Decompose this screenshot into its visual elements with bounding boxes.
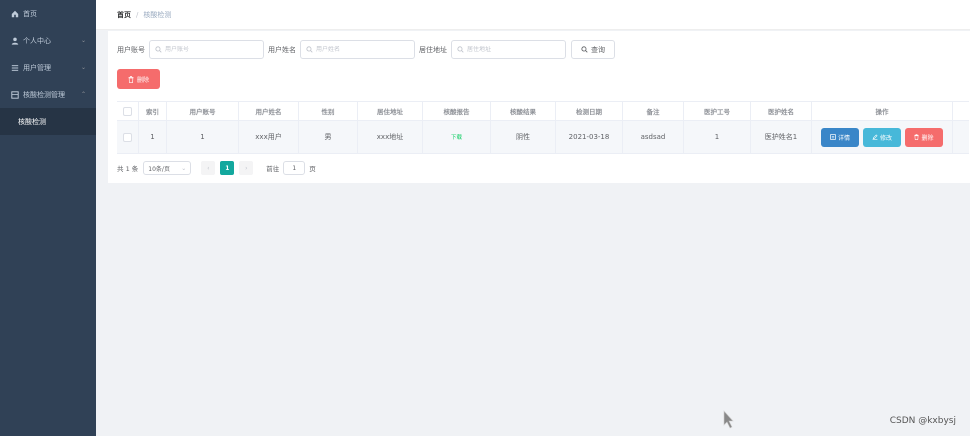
sidebar-item-nucleic-management[interactable]: 核酸检测管理 ⌃ — [0, 81, 96, 108]
sidebar-item-home[interactable]: 首页 — [0, 0, 96, 27]
detail-button[interactable]: 详情 — [821, 127, 859, 147]
row-select[interactable] — [117, 121, 139, 153]
sidebar: 首页 个人中心 ⌄ 用户管理 ⌄ 核酸检测管理 ⌃ 核酸检测 — [0, 0, 96, 436]
chevron-up-icon: ⌃ — [80, 91, 86, 98]
column-header: 用户姓名 — [239, 102, 299, 120]
sidebar-item-label: 个人中心 — [23, 36, 51, 45]
search-icon — [457, 46, 464, 53]
cell-account: 1 — [167, 121, 239, 153]
breadcrumb: 首页 / 核酸检测 — [96, 0, 970, 30]
search-icon — [155, 46, 162, 53]
batch-delete-button[interactable]: 删除 — [117, 69, 160, 89]
search-icon — [306, 46, 313, 53]
page-size-value: 10条/页 — [148, 165, 170, 173]
home-icon — [10, 9, 19, 18]
breadcrumb-home[interactable]: 首页 — [117, 10, 131, 20]
cell-staff-name: 医护姓名1 — [751, 121, 812, 153]
sidebar-subitem-nucleic-test[interactable]: 核酸检测 — [0, 108, 96, 135]
prev-page-button[interactable]: ‹ — [201, 161, 216, 175]
edit-icon — [872, 134, 878, 140]
sidebar-item-label: 核酸检测管理 — [23, 90, 65, 99]
chevron-left-icon: ‹ — [207, 164, 210, 172]
search-icon — [581, 46, 588, 53]
page-size-select[interactable]: 10条/页 ⌄ — [143, 161, 192, 175]
column-header: 操作 — [812, 102, 953, 120]
chevron-down-icon: ⌄ — [80, 37, 86, 44]
page-number[interactable]: 1 — [220, 161, 235, 175]
name-input[interactable] — [316, 46, 411, 53]
cell-remark: asdsad — [623, 121, 684, 153]
cell-actions: 详情 修改 删除 — [812, 121, 953, 153]
content-card: 用户账号 用户姓名 居住地址 — [108, 31, 970, 183]
chevron-down-icon: ⌄ — [80, 64, 86, 71]
trash-icon — [128, 75, 134, 83]
delete-button-label: 删除 — [921, 134, 934, 142]
query-button-label: 查询 — [591, 45, 605, 54]
chevron-right-icon: › — [245, 164, 248, 172]
next-page-button[interactable]: › — [239, 161, 254, 175]
edit-button-label: 修改 — [879, 134, 892, 142]
column-header: 检测日期 — [556, 102, 623, 120]
document-icon — [830, 134, 836, 140]
address-input[interactable] — [467, 46, 562, 53]
cell-date: 2021-03-18 — [556, 121, 623, 153]
batch-delete-label: 删除 — [136, 76, 149, 84]
column-header: 医护工号 — [684, 102, 751, 120]
goto-page-input[interactable]: 1 — [283, 161, 306, 175]
sidebar-item-label: 首页 — [23, 9, 37, 18]
sidebar-item-profile[interactable]: 个人中心 ⌄ — [0, 27, 96, 54]
checkbox[interactable] — [123, 106, 132, 116]
column-header: 核酸报告 — [423, 102, 491, 120]
name-search-field[interactable] — [300, 40, 415, 59]
table-header: 索引 用户账号 用户姓名 性别 居住地址 核酸报告 核酸结果 检测日期 备注 医… — [117, 101, 969, 121]
user-icon — [10, 36, 19, 45]
cell-gender: 男 — [299, 121, 358, 153]
cell-index: 1 — [139, 121, 167, 153]
list-icon — [10, 63, 19, 72]
column-header: 核酸结果 — [491, 102, 556, 120]
total-count: 共 1 条 — [117, 165, 139, 173]
query-button[interactable]: 查询 — [571, 40, 615, 59]
name-label: 用户姓名 — [268, 45, 296, 54]
cell-address: xxx地址 — [358, 121, 423, 153]
checkbox[interactable] — [123, 132, 132, 142]
trash-icon — [914, 134, 920, 140]
table-row: 1 1 xxx用户 男 xxx地址 下载 阴性 2021-03-18 asdsa… — [117, 121, 969, 154]
watermark: CSDN @kxbysj — [889, 416, 956, 426]
search-form: 用户账号 用户姓名 居住地址 — [117, 40, 615, 59]
download-report-link[interactable]: 下载 — [451, 133, 462, 141]
address-label: 居住地址 — [419, 45, 447, 54]
goto-suffix: 页 — [309, 165, 316, 173]
column-header: 用户账号 — [167, 102, 239, 120]
sidebar-item-users[interactable]: 用户管理 ⌄ — [0, 54, 96, 81]
breadcrumb-current: 核酸检测 — [143, 10, 172, 19]
account-input[interactable] — [165, 46, 260, 53]
goto-prefix: 前往 — [266, 165, 280, 173]
cursor-icon — [723, 410, 734, 429]
cell-result: 阴性 — [491, 121, 556, 153]
data-table: 索引 用户账号 用户姓名 性别 居住地址 核酸报告 核酸结果 检测日期 备注 医… — [117, 101, 969, 154]
sidebar-subitem-label: 核酸检测 — [18, 117, 46, 126]
account-label: 用户账号 — [117, 45, 145, 54]
column-header: 性别 — [299, 102, 358, 120]
cell-staff-id: 1 — [684, 121, 751, 153]
column-header: 医护姓名 — [751, 102, 812, 120]
pagination: 共 1 条 10条/页 ⌄ ‹ 1 › 前往 1 页 — [117, 161, 316, 175]
sidebar-item-label: 用户管理 — [23, 63, 51, 72]
header-select-all[interactable] — [117, 102, 139, 120]
grid-icon — [10, 90, 19, 99]
cell-name: xxx用户 — [239, 121, 299, 153]
breadcrumb-separator: / — [136, 10, 139, 19]
column-header: 备注 — [623, 102, 684, 120]
account-search-field[interactable] — [149, 40, 264, 59]
edit-button[interactable]: 修改 — [863, 127, 901, 147]
address-search-field[interactable] — [451, 40, 566, 59]
column-header: 索引 — [139, 102, 167, 120]
delete-button[interactable]: 删除 — [905, 127, 943, 147]
column-header: 居住地址 — [358, 102, 423, 120]
detail-button-label: 详情 — [837, 134, 850, 142]
main-content: 首页 / 核酸检测 用户账号 用户姓名 居住地址 — [96, 0, 970, 436]
chevron-down-icon: ⌄ — [181, 164, 187, 172]
cell-report: 下载 — [423, 121, 491, 153]
